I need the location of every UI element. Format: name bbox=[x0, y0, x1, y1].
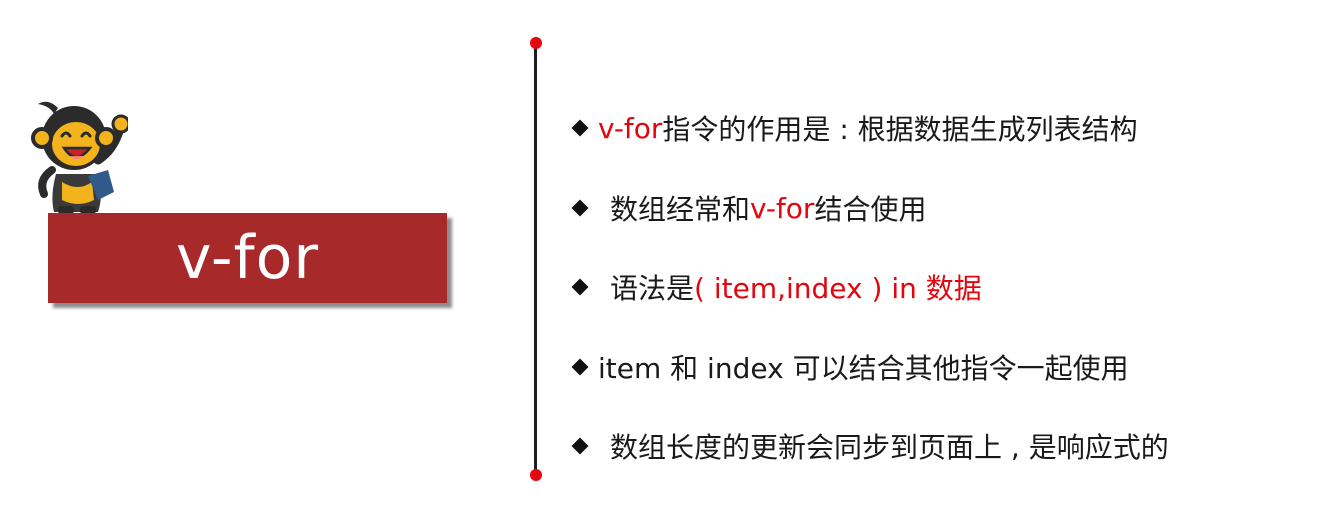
list-item: 语法是 ( item,index ) in 数据 bbox=[568, 265, 982, 309]
list-item: item 和 index 可以结合其他指令一起使用 bbox=[568, 345, 1129, 389]
diamond-bullet-icon bbox=[572, 438, 588, 454]
bullet-text-part: v-for bbox=[598, 111, 663, 145]
bullet-text-part: 数组长度的更新会同步到页面上 , 是响应式的 bbox=[610, 431, 1169, 464]
bullet-text-part: 语法是 bbox=[610, 272, 695, 305]
bullet-text-part: 结合使用 bbox=[814, 193, 927, 226]
bullet-text-part: item 和 index 可以结合其他指令一起使用 bbox=[598, 352, 1129, 385]
bullet-text-part: v-for bbox=[750, 191, 815, 225]
page-title: v-for bbox=[175, 223, 320, 293]
divider-bottom-dot-icon bbox=[530, 469, 542, 481]
title-banner: v-for bbox=[48, 213, 447, 303]
list-item: v-for 指令的作用是 : 根据数据生成列表结构 bbox=[568, 106, 1138, 150]
diamond-bullet-icon bbox=[572, 120, 588, 136]
bullet-text-part: 数组经常和 bbox=[610, 193, 751, 226]
monkey-mascot-icon bbox=[28, 96, 131, 216]
list-item: 数组长度的更新会同步到页面上 , 是响应式的 bbox=[568, 424, 1169, 468]
list-item: 数组经常和 v-for 结合使用 bbox=[568, 186, 926, 230]
diamond-bullet-icon bbox=[572, 200, 588, 216]
diamond-bullet-icon bbox=[572, 279, 588, 295]
bullet-text-part: ( item,index ) in 数据 bbox=[694, 272, 982, 305]
bullet-text-part: 指令的作用是 : 根据数据生成列表结构 bbox=[662, 113, 1138, 146]
vertical-divider bbox=[534, 43, 537, 475]
diamond-bullet-icon bbox=[572, 359, 588, 375]
divider-top-dot-icon bbox=[530, 37, 542, 49]
